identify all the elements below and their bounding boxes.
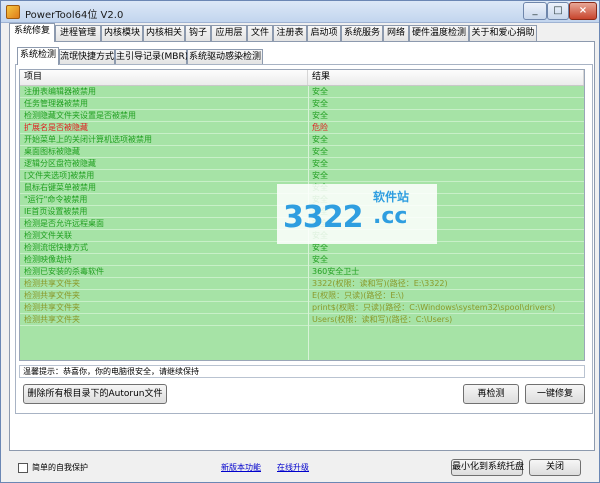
table-row[interactable]: [文件夹选项]被禁用 安全 bbox=[20, 170, 584, 182]
watermark-site-name: 软件站 bbox=[373, 190, 410, 204]
close-window-button[interactable]: × bbox=[569, 2, 597, 20]
row-item-text: 检测隐藏文件夹设置是否被禁用 bbox=[24, 111, 136, 120]
row-item-text: 检测共享文件夹 bbox=[24, 279, 80, 288]
tab-system-check[interactable]: 系统检测 bbox=[17, 47, 59, 65]
row-item-text: "运行"命令被禁用 bbox=[24, 195, 88, 204]
app-logo-icon bbox=[6, 5, 20, 19]
row-item-text: 检测文件关联 bbox=[24, 231, 72, 240]
new-features-link[interactable]: 新版本功能 bbox=[221, 462, 261, 473]
tab-network[interactable]: 网络 bbox=[383, 25, 409, 41]
column-header-item[interactable]: 项目 bbox=[20, 70, 308, 85]
row-result-text: 安全 bbox=[312, 171, 328, 180]
list-empty-area bbox=[20, 326, 584, 360]
row-result-text: 安全 bbox=[312, 135, 328, 144]
self-protect-checkbox[interactable] bbox=[18, 463, 28, 473]
status-tip: 温馨提示：恭喜你，你的电脑很安全，请继续保持 bbox=[19, 365, 585, 378]
table-row[interactable]: 扩展名是否被隐藏 危险 bbox=[20, 122, 584, 134]
tab-about-donate[interactable]: 关于和爱心捐助 bbox=[469, 25, 537, 41]
row-item-text: 鼠标右键菜单被禁用 bbox=[24, 183, 96, 192]
watermark-logo: 3322 软件站 .cc bbox=[277, 184, 437, 244]
row-result-text: print$(权限：只读)(路径：C:\Windows\system32\spo… bbox=[312, 303, 556, 312]
table-row[interactable]: 逻辑分区盘符被隐藏 安全 bbox=[20, 158, 584, 170]
row-result-text: 安全 bbox=[312, 111, 328, 120]
table-row[interactable]: 检测共享文件夹 print$(权限：只读)(路径：C:\Windows\syste… bbox=[20, 302, 584, 314]
table-row[interactable]: 检测共享文件夹 E(权限：只读)(路径：E:\) bbox=[20, 290, 584, 302]
row-item-text: 检测流氓快捷方式 bbox=[24, 243, 88, 252]
row-item-text: 开始菜单上的关闭计算机选项被禁用 bbox=[24, 135, 152, 144]
one-click-fix-button[interactable]: 一键修复 bbox=[525, 384, 585, 404]
watermark-domain: .cc bbox=[373, 204, 408, 229]
tab-mbr[interactable]: 主引导记录(MBR) bbox=[115, 49, 188, 64]
tab-hardware-temperature[interactable]: 硬件温度检测 bbox=[409, 25, 469, 41]
row-item-text: IE首页设置被禁用 bbox=[24, 207, 88, 216]
tab-kernel-modules[interactable]: 内核模块 bbox=[101, 25, 143, 41]
tab-startup[interactable]: 启动项 bbox=[307, 25, 341, 41]
row-result-text: 安全 bbox=[312, 87, 328, 96]
minimize-to-tray-button[interactable]: 最小化到系统托盘 bbox=[451, 459, 524, 476]
tab-app-layer[interactable]: 应用层 bbox=[211, 25, 247, 41]
watermark-digits: 3322 bbox=[283, 200, 363, 235]
row-result-text: 安全 bbox=[312, 99, 328, 108]
tab-registry[interactable]: 注册表 bbox=[273, 25, 307, 41]
table-row[interactable]: 检测映像劫持 安全 bbox=[20, 254, 584, 266]
row-result-text: 安全 bbox=[312, 255, 328, 264]
table-row[interactable]: 任务管理器被禁用 安全 bbox=[20, 98, 584, 110]
row-item-text: 桌面图标被隐藏 bbox=[24, 147, 80, 156]
close-button[interactable]: 关闭 bbox=[529, 459, 581, 476]
row-result-text: E(权限：只读)(路径：E:\) bbox=[312, 291, 404, 300]
row-result-text: 安全 bbox=[312, 147, 328, 156]
online-update-link[interactable]: 在线升级 bbox=[277, 462, 309, 473]
main-tab-strip: 系统修复 进程管理 内核模块 内核相关 钩子 应用层 文件 注册表 启动项 系统… bbox=[9, 23, 595, 42]
table-row[interactable]: 检测已安装的杀毒软件 360安全卫士 bbox=[20, 266, 584, 278]
row-item-text: [文件夹选项]被禁用 bbox=[24, 171, 95, 180]
window-title: PowerTool64位 V2.0 bbox=[25, 10, 124, 21]
table-row[interactable]: 开始菜单上的关闭计算机选项被禁用 安全 bbox=[20, 134, 584, 146]
row-item-text: 任务管理器被禁用 bbox=[24, 99, 88, 108]
delete-autorun-button[interactable]: 删除所有根目录下的Autorun文件 bbox=[23, 384, 167, 404]
row-result-text: 危险 bbox=[312, 123, 328, 132]
rescan-button[interactable]: 再检测 bbox=[463, 384, 519, 404]
tab-system-repair[interactable]: 系统修复 bbox=[9, 23, 55, 42]
title-bar[interactable]: PowerTool64位 V2.0 _ □ × bbox=[1, 1, 599, 23]
row-result-text: 安全 bbox=[312, 159, 328, 168]
sub-tab-strip: 系统检测 流氓快捷方式 主引导记录(MBR) 系统驱动感染检测 bbox=[17, 47, 587, 65]
row-item-text: 检测共享文件夹 bbox=[24, 315, 80, 324]
table-row[interactable]: 桌面图标被隐藏 安全 bbox=[20, 146, 584, 158]
row-result-text: 3322(权限：读和写)(路径：E:\3322) bbox=[312, 279, 448, 288]
table-row[interactable]: 检测隐藏文件夹设置是否被禁用 安全 bbox=[20, 110, 584, 122]
row-item-text: 逻辑分区盘符被隐藏 bbox=[24, 159, 96, 168]
row-item-text: 检测映像劫持 bbox=[24, 255, 72, 264]
tab-rogue-shortcuts[interactable]: 流氓快捷方式 bbox=[59, 49, 115, 64]
tab-files[interactable]: 文件 bbox=[247, 25, 273, 41]
row-item-text: 检测是否允许远程桌面 bbox=[24, 219, 104, 228]
table-row[interactable]: 检测共享文件夹 Users(权限：读和写)(路径：C:\Users) bbox=[20, 314, 584, 326]
list-header: 项目 结果 bbox=[20, 70, 584, 86]
row-item-text: 检测已安装的杀毒软件 bbox=[24, 267, 104, 276]
table-row[interactable]: 检测共享文件夹 3322(权限：读和写)(路径：E:\3322) bbox=[20, 278, 584, 290]
tab-hooks[interactable]: 钩子 bbox=[185, 25, 211, 41]
row-result-text: 360安全卫士 bbox=[312, 267, 360, 276]
row-result-text: Users(权限：读和写)(路径：C:\Users) bbox=[312, 315, 453, 324]
row-item-text: 检测共享文件夹 bbox=[24, 291, 80, 300]
app-window: PowerTool64位 V2.0 _ □ × 系统修复 进程管理 内核模块 内… bbox=[0, 0, 600, 483]
tab-driver-infection-check[interactable]: 系统驱动感染检测 bbox=[187, 49, 263, 64]
tab-process-manager[interactable]: 进程管理 bbox=[55, 25, 101, 41]
self-protect-label: 简单的自我保护 bbox=[32, 463, 88, 472]
row-item-text: 检测共享文件夹 bbox=[24, 303, 80, 312]
row-item-text: 扩展名是否被隐藏 bbox=[24, 123, 88, 132]
row-item-text: 注册表编辑器被禁用 bbox=[24, 87, 96, 96]
table-row[interactable]: 注册表编辑器被禁用 安全 bbox=[20, 86, 584, 98]
tab-system-services[interactable]: 系统服务 bbox=[341, 25, 383, 41]
maximize-button[interactable]: □ bbox=[547, 2, 569, 20]
column-header-result[interactable]: 结果 bbox=[308, 70, 584, 85]
tab-kernel-related[interactable]: 内核相关 bbox=[143, 25, 185, 41]
minimize-button[interactable]: _ bbox=[523, 2, 547, 20]
